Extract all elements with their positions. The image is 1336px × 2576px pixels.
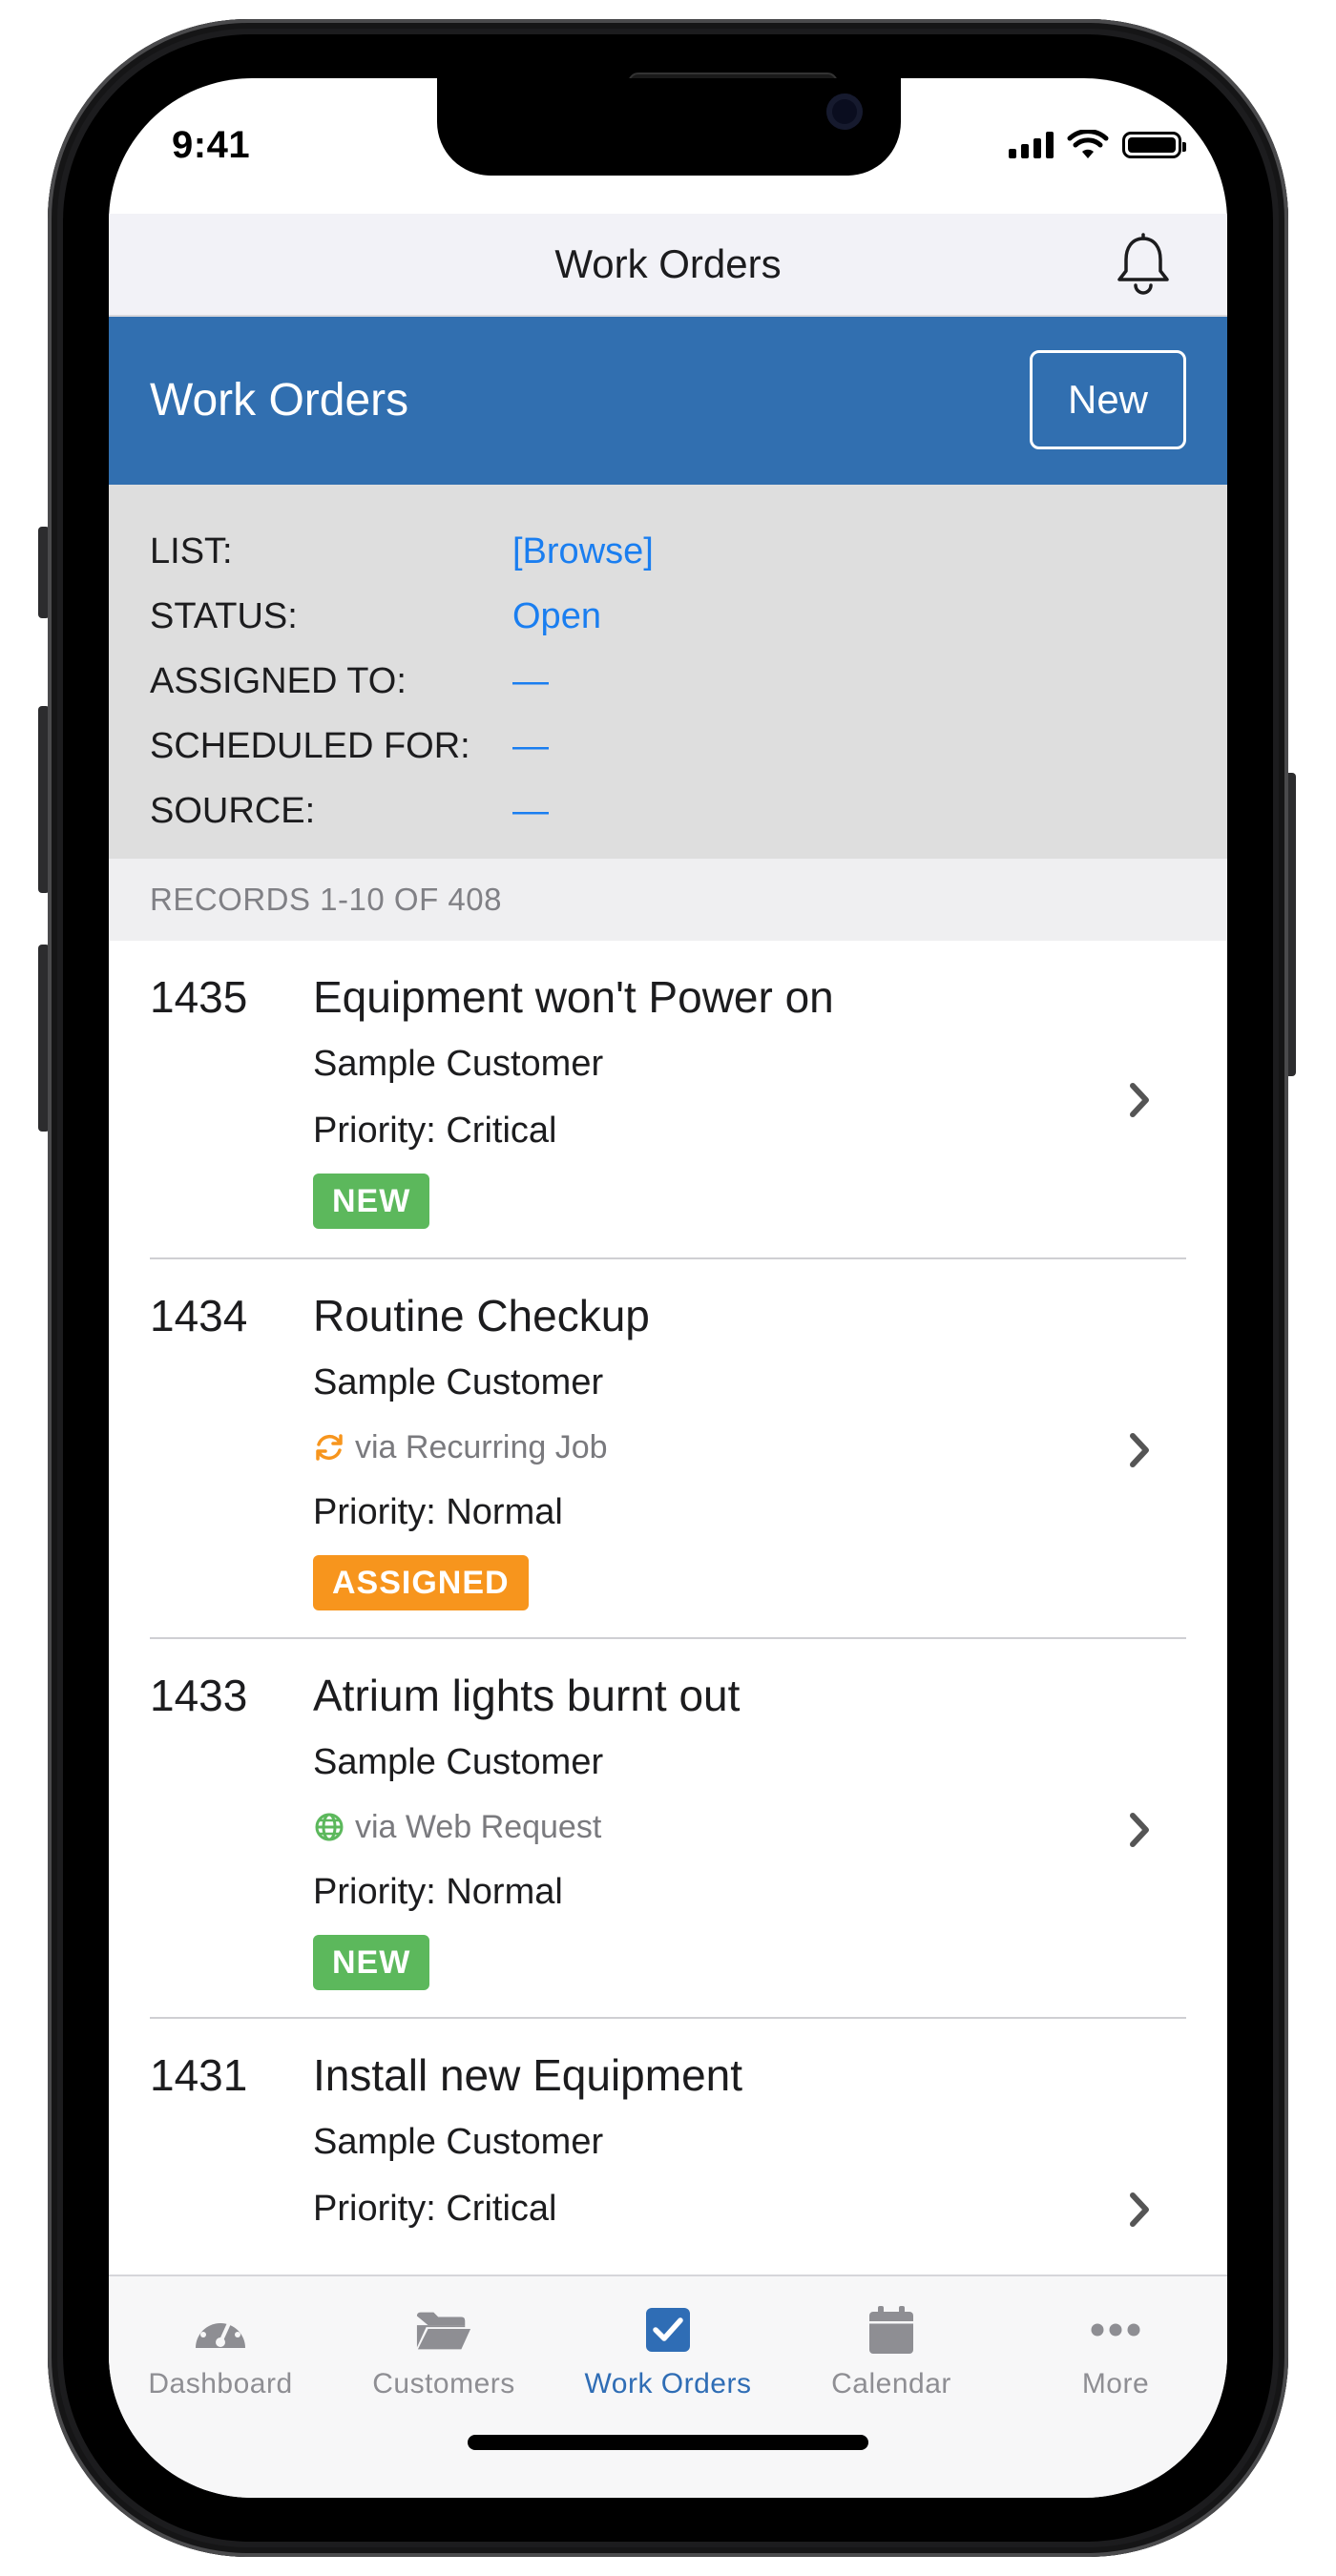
work-order-priority: Priority: Normal (313, 1492, 563, 1532)
work-order-number: 1434 (150, 1291, 248, 1340)
work-order-title: Routine Checkup (313, 1291, 650, 1340)
new-work-order-button[interactable]: New (1030, 350, 1186, 449)
more-icon (1091, 2323, 1140, 2337)
wifi-icon (1067, 130, 1109, 158)
records-summary: RECORDS 1-10 OF 408 (109, 859, 1227, 941)
tab-label: Customers (372, 2368, 515, 2399)
tab-more[interactable]: More (1004, 2301, 1227, 2414)
status-badge: NEW (313, 1174, 430, 1229)
tab-label: Calendar (831, 2368, 951, 2399)
page-header: Work Orders New (109, 317, 1227, 485)
tab-customers[interactable]: Customers (332, 2301, 555, 2414)
status-icons (1009, 126, 1186, 164)
tab-label: Dashboard (148, 2368, 293, 2399)
screen: 9:41 Work Orders Work Orders New LIST: [… (109, 78, 1227, 2498)
filter-assigned-to-value[interactable]: — (512, 661, 549, 702)
work-order-priority: Priority: Critical (313, 1111, 557, 1151)
filter-panel: LIST: [Browse] STATUS: Open ASSIGNED TO:… (109, 485, 1227, 859)
filter-assigned-to: ASSIGNED TO: — (109, 649, 1227, 714)
dashboard-icon (196, 2315, 245, 2348)
work-order-number: 1433 (150, 1671, 248, 1720)
filter-label: SOURCE: (150, 790, 316, 831)
chevron-right-icon (1130, 1813, 1149, 1847)
calendar-icon (869, 2306, 913, 2354)
work-order-title: Atrium lights burnt out (313, 1671, 741, 1720)
work-order-title: Install new Equipment (313, 2050, 743, 2100)
tab-label: Work Orders (584, 2368, 752, 2399)
home-indicator[interactable] (468, 2435, 868, 2450)
work-order-source-text: via Recurring Job (355, 1429, 608, 1465)
work-order-priority: Priority: Critical (313, 2189, 557, 2229)
navigation-bar: Work Orders (109, 214, 1227, 317)
work-order-row[interactable]: 1433 Atrium lights burnt out Sample Cust… (109, 1639, 1227, 2019)
work-order-source: via Web Request (313, 1796, 1113, 1859)
filter-status: STATUS: Open (109, 584, 1227, 649)
cellular-signal-icon (1009, 132, 1054, 158)
tab-bar: Dashboard Customers Work Orders Calendar… (109, 2275, 1227, 2498)
chevron-right-icon (1130, 1433, 1149, 1467)
nav-title: Work Orders (554, 241, 782, 286)
filter-list: LIST: [Browse] (109, 519, 1227, 584)
work-order-number: 1435 (150, 972, 248, 1022)
front-camera (826, 93, 863, 130)
tab-work-orders[interactable]: Work Orders (556, 2301, 780, 2414)
folder-icon (416, 2312, 471, 2350)
work-order-customer: Sample Customer (313, 1362, 604, 1402)
filter-label: SCHEDULED FOR: (150, 725, 470, 766)
filter-scheduled-for: SCHEDULED FOR: — (109, 714, 1227, 779)
battery-icon (1122, 132, 1186, 158)
notifications-bell-icon[interactable] (1113, 233, 1174, 298)
filter-label: STATUS: (150, 595, 298, 636)
page-title: Work Orders (150, 375, 409, 426)
work-order-source: via Recurring Job (313, 1416, 1113, 1479)
work-order-number: 1431 (150, 2050, 248, 2100)
work-order-title: Equipment won't Power on (313, 972, 834, 1022)
status-badge: NEW (313, 1935, 430, 1990)
recurring-icon (316, 1434, 343, 1461)
work-order-row[interactable]: 1435 Equipment won't Power on Sample Cus… (109, 941, 1227, 1259)
status-time: 9:41 (172, 124, 251, 166)
filter-status-value[interactable]: Open (512, 596, 601, 637)
filter-label: LIST: (150, 530, 233, 571)
tab-dashboard[interactable]: Dashboard (109, 2301, 332, 2414)
chevron-right-icon (1130, 2192, 1149, 2227)
tab-label: More (1081, 2368, 1150, 2399)
checkbox-icon (646, 2308, 690, 2352)
work-order-customer: Sample Customer (313, 2122, 604, 2162)
work-order-customer: Sample Customer (313, 1742, 604, 1782)
work-order-row[interactable]: 1431 Install new Equipment Sample Custom… (109, 2019, 1227, 2267)
work-order-customer: Sample Customer (313, 1044, 604, 1084)
filter-source: SOURCE: — (109, 779, 1227, 843)
work-order-row[interactable]: 1434 Routine Checkup Sample Customer via… (109, 1259, 1227, 1639)
filter-scheduled-for-value[interactable]: — (512, 726, 549, 767)
globe-icon (315, 1813, 344, 1841)
work-order-priority: Priority: Normal (313, 1872, 563, 1912)
filter-label: ASSIGNED TO: (150, 660, 407, 701)
chevron-right-icon (1130, 1083, 1149, 1117)
filter-list-value[interactable]: [Browse] (512, 531, 654, 572)
tab-calendar[interactable]: Calendar (780, 2301, 1003, 2414)
notch (437, 78, 901, 176)
work-order-list: 1435 Equipment won't Power on Sample Cus… (109, 941, 1227, 2267)
filter-source-value[interactable]: — (512, 791, 549, 832)
status-badge: ASSIGNED (313, 1555, 529, 1610)
work-order-source-text: via Web Request (355, 1809, 602, 1845)
